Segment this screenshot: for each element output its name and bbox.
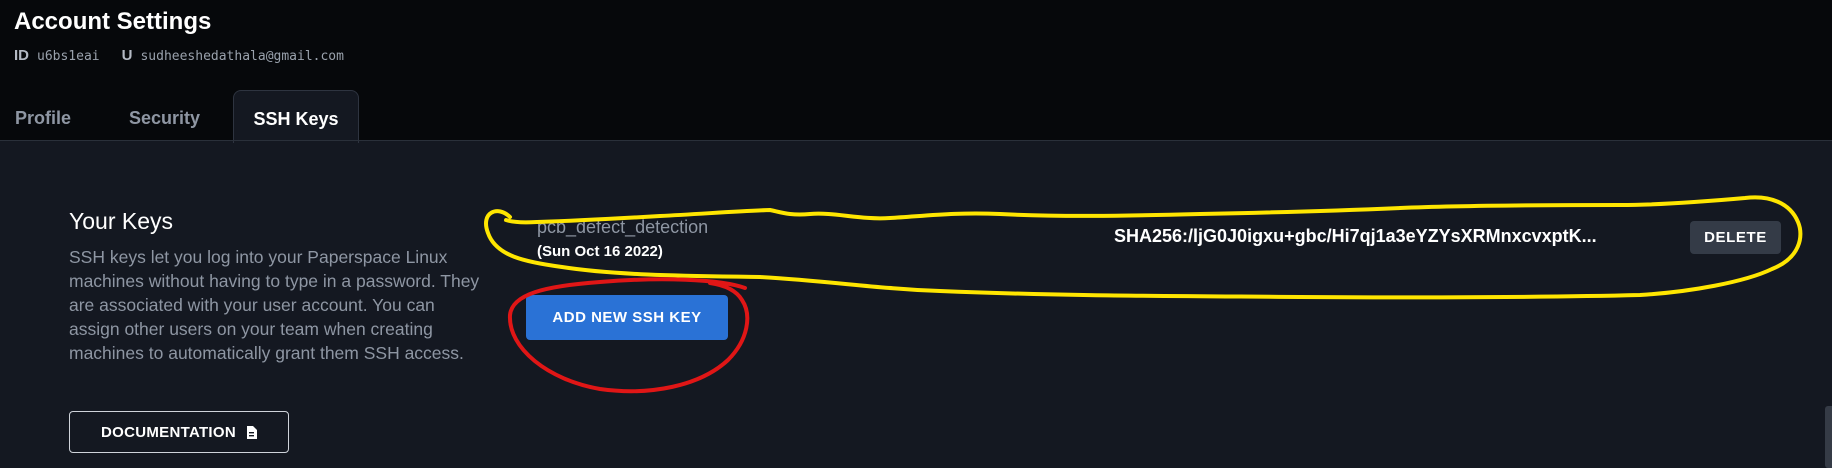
account-email: sudheeshedathala@gmail.com: [140, 49, 344, 64]
yellow-highlight-annotation: [484, 195, 1803, 300]
add-ssh-key-button[interactable]: ADD NEW SSH KEY: [526, 295, 728, 340]
page-header: Account Settings ID u6bs1eai Usudheeshedat…: [0, 0, 1832, 143]
page-title: Account Settings: [14, 8, 212, 35]
document-icon: [246, 425, 257, 439]
documentation-button[interactable]: DOCUMENTATION: [69, 411, 289, 453]
key-date: (Sun Oct 16 2022): [537, 243, 663, 260]
key-name: pcb_defect_detection: [537, 217, 709, 237]
account-id: u6bs1eai: [37, 49, 100, 64]
tab-security[interactable]: Security: [129, 90, 200, 141]
tab-profile[interactable]: Profile: [15, 90, 71, 141]
section-title: Your Keys: [69, 208, 173, 234]
tab-ssh-keys[interactable]: SSH Keys: [233, 90, 359, 143]
header-divider: [0, 140, 1832, 141]
user-label: U: [121, 47, 133, 64]
id-label: ID: [14, 47, 29, 64]
account-meta: ID u6bs1eai Usudheeshedathala@gmail.com: [14, 47, 344, 64]
delete-key-button[interactable]: DELETE: [1690, 221, 1781, 254]
documentation-label: DOCUMENTATION: [101, 423, 236, 441]
scrollbar-thumb[interactable]: [1825, 406, 1832, 468]
section-description: SSH keys let you log into your Paperspac…: [69, 247, 480, 363]
key-fingerprint: SHA256:/ljG0J0igxu+gbc/Hi7qj1a3eYZYsXRMn…: [1114, 226, 1597, 246]
